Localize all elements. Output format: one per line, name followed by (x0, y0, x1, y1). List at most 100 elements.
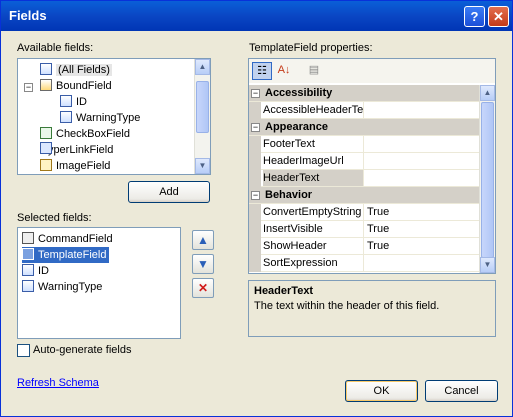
collapse-boundfield-icon[interactable]: − (24, 83, 33, 92)
property-row[interactable]: ConvertEmptyString True (249, 204, 479, 221)
delete-field-button[interactable]: ✕ (192, 278, 214, 298)
tree-item-id[interactable]: ID (60, 94, 87, 110)
tree-item-label: ImageField (56, 160, 111, 172)
tree-item-label: ID (76, 96, 87, 108)
description-text: The text within the header of this field… (254, 300, 440, 312)
tree-item-all-fields[interactable]: (All Fields) (40, 62, 112, 78)
list-item-label: TemplateField (38, 249, 107, 261)
row-gutter (249, 136, 261, 153)
property-row[interactable]: SortExpression (249, 255, 479, 272)
row-gutter (249, 170, 261, 187)
add-button[interactable]: Add (128, 181, 210, 203)
selected-fields-label: Selected fields: (17, 212, 92, 224)
property-grid-toolbar: ☷ A↓ ▤ (249, 59, 495, 83)
categorized-view-icon[interactable]: ☷ (252, 62, 272, 80)
property-grid-scrollbar[interactable]: ▲ ▼ (479, 85, 495, 273)
list-item-label: CommandField (38, 233, 113, 245)
available-fields-label: Available fields: (17, 42, 94, 54)
field-icon (22, 264, 34, 276)
arrow-up-icon: ▲ (197, 233, 209, 247)
scroll-up-icon[interactable]: ▲ (195, 59, 210, 75)
list-item-templatefield[interactable]: TemplateField (22, 247, 110, 263)
row-gutter (249, 102, 261, 119)
available-fields-tree[interactable]: (All Fields) − BoundField ID WarningType… (17, 58, 211, 175)
scroll-thumb[interactable] (481, 102, 494, 258)
property-name: ConvertEmptyString (263, 204, 364, 220)
property-row[interactable]: AccessibleHeaderTe (249, 102, 479, 119)
scroll-thumb[interactable] (196, 81, 209, 133)
tree-item-imagefield[interactable]: ImageField (40, 158, 110, 174)
dialog-title: Fields (9, 8, 47, 23)
collapse-category-icon[interactable]: − (251, 89, 260, 98)
templatefield-icon (22, 248, 34, 260)
tree-item-checkboxfield[interactable]: CheckBoxField (40, 126, 130, 142)
help-button[interactable]: ? (464, 6, 485, 27)
image-field-icon (40, 159, 52, 171)
alphabetical-sort-icon[interactable]: A↓ (274, 62, 294, 80)
property-category[interactable]: − Appearance (249, 119, 479, 136)
property-value[interactable]: True (367, 238, 389, 254)
field-icon (60, 111, 72, 123)
property-name: ShowHeader (263, 238, 364, 254)
property-name: AccessibleHeaderTe (263, 102, 364, 118)
property-category[interactable]: − Behavior (249, 187, 479, 204)
tree-item-label: BoundField (56, 80, 112, 92)
property-pages-icon[interactable]: ▤ (304, 62, 324, 80)
list-item-id[interactable]: ID (22, 263, 49, 279)
title-bar[interactable]: Fields ? ✕ (1, 1, 512, 31)
field-icon (22, 280, 34, 292)
property-grid[interactable]: ☷ A↓ ▤ − Accessibility AccessibleHeaderTe −… (248, 58, 496, 274)
scroll-down-icon[interactable]: ▼ (480, 257, 495, 273)
row-gutter (249, 238, 261, 255)
property-rows: − Accessibility AccessibleHeaderTe − Appeara… (249, 85, 479, 273)
property-row[interactable]: FooterText (249, 136, 479, 153)
category-label: Behavior (265, 189, 313, 201)
checkbox-field-icon (40, 127, 52, 139)
move-down-button[interactable]: ▼ (192, 254, 214, 274)
property-name: SortExpression (263, 255, 364, 271)
property-row[interactable]: InsertVisible True (249, 221, 479, 238)
fields-dialog: Fields ? ✕ Available fields: (All Fields… (0, 0, 513, 417)
row-gutter (249, 153, 261, 170)
ok-button[interactable]: OK (345, 380, 418, 402)
description-title: HeaderText (254, 285, 314, 297)
scroll-down-icon[interactable]: ▼ (195, 158, 210, 174)
delete-icon: ✕ (197, 281, 209, 295)
hyperlink-field-icon (40, 142, 52, 154)
tree-item-label: CheckBoxField (56, 128, 130, 140)
property-category[interactable]: − Accessibility (249, 85, 479, 102)
tree-item-label: (All Fields) (56, 64, 112, 76)
property-value[interactable]: True (367, 204, 389, 220)
list-item-commandfield[interactable]: CommandField (22, 231, 113, 247)
tree-item-hyperlinkfield[interactable]: HyperLinkField (40, 142, 113, 158)
property-row[interactable]: HeaderText (249, 170, 479, 187)
collapse-category-icon[interactable]: − (251, 191, 260, 200)
arrow-down-icon: ▼ (197, 257, 209, 271)
row-gutter (249, 204, 261, 221)
scroll-up-icon[interactable]: ▲ (480, 85, 495, 101)
row-gutter (249, 255, 261, 272)
field-icon (60, 95, 72, 107)
commandfield-icon (22, 232, 34, 244)
refresh-schema-link[interactable]: Refresh Schema (17, 377, 99, 389)
list-item-label: WarningType (38, 281, 103, 293)
property-row[interactable]: ShowHeader True (249, 238, 479, 255)
close-button[interactable]: ✕ (488, 6, 509, 27)
collapse-category-icon[interactable]: − (251, 123, 260, 132)
property-name: InsertVisible (263, 221, 364, 237)
selected-fields-list[interactable]: CommandField TemplateField ID WarningTyp… (17, 227, 181, 339)
tree-item-warningtype[interactable]: WarningType (60, 110, 140, 126)
tree-item-boundfield[interactable]: BoundField (40, 78, 112, 94)
auto-generate-label[interactable]: Auto-generate fields (33, 344, 131, 356)
move-up-button[interactable]: ▲ (192, 230, 214, 250)
property-row[interactable]: HeaderImageUrl (249, 153, 479, 170)
all-fields-icon (40, 63, 52, 75)
list-item-warningtype[interactable]: WarningType (22, 279, 102, 295)
property-description: HeaderText The text within the header of… (248, 280, 496, 337)
list-item-label: ID (38, 265, 49, 277)
available-fields-scrollbar[interactable]: ▲ ▼ (194, 59, 210, 174)
cancel-button[interactable]: Cancel (425, 380, 498, 402)
auto-generate-checkbox[interactable] (17, 344, 30, 357)
property-value[interactable]: True (367, 221, 389, 237)
property-name: HeaderText (263, 170, 364, 186)
